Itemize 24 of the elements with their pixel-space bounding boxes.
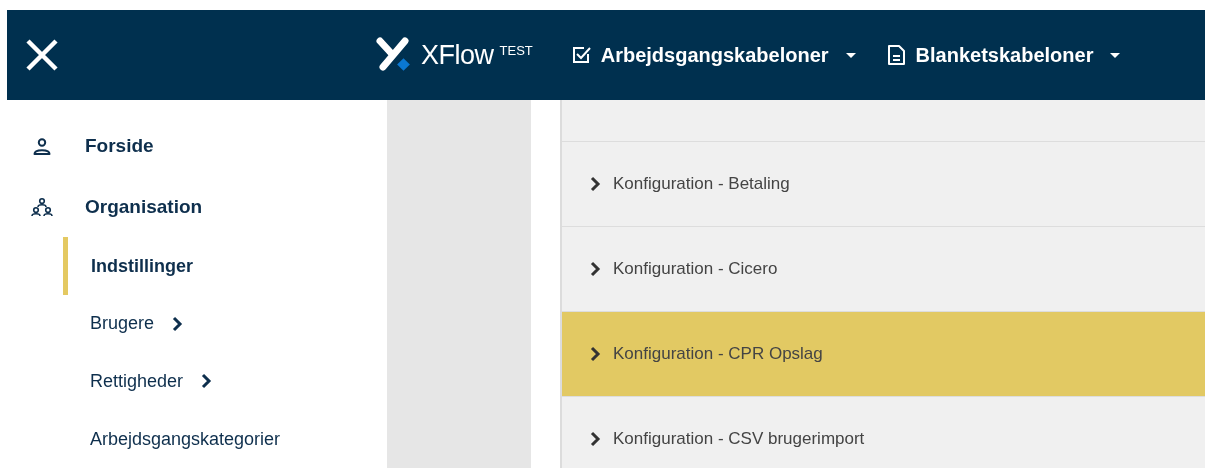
nav-link[interactable]: Forside: [7, 116, 387, 177]
accordion-row[interactable]: Konfiguration - CPR Opslag: [562, 312, 1205, 397]
close-icon: [25, 38, 59, 72]
accordion-row[interactable]: Konfiguration - Betaling: [562, 142, 1205, 227]
person-icon: [33, 137, 51, 155]
chevron-right-icon: [590, 261, 601, 277]
chevron-right-icon: [590, 346, 601, 362]
caret-icon: [844, 51, 857, 59]
nav-link[interactable]: Arbejdsgangskategorier: [63, 410, 387, 468]
people-icon: [31, 196, 53, 217]
close-button[interactable]: [25, 38, 59, 72]
document-icon: [886, 45, 906, 65]
nav-link[interactable]: Brugere: [63, 294, 387, 353]
menu-button[interactable]: Arbejdsgangskabeloner: [570, 43, 857, 67]
nav-link[interactable]: Organisation: [7, 176, 387, 238]
app-name: XFlow: [421, 39, 494, 71]
accordion-row[interactable]: Konfiguration - CSV brugerimport: [562, 397, 1205, 468]
caret-icon: [1109, 51, 1122, 59]
nav-link[interactable]: Rettigheder: [63, 352, 387, 411]
checkbox-icon: [570, 45, 591, 65]
menu-button[interactable]: Blanketskabeloner: [886, 43, 1122, 67]
chevron-right-icon: [590, 176, 601, 192]
chevron-right-icon: [590, 431, 601, 447]
environment-label: TEST: [499, 43, 533, 58]
